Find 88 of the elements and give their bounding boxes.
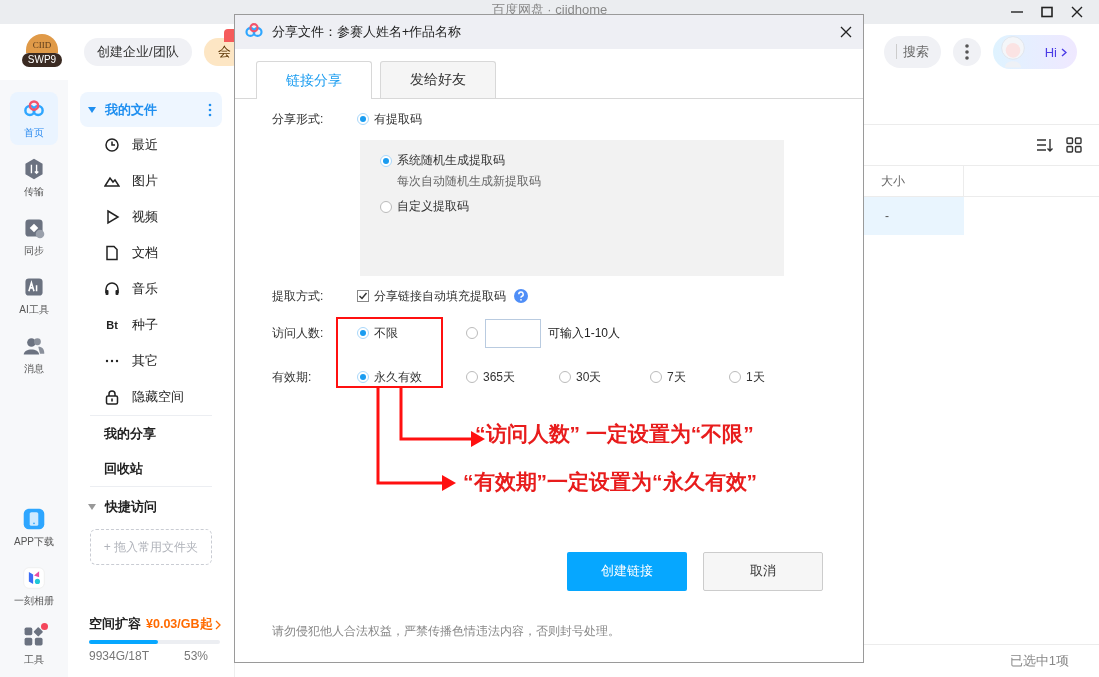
triangle-icon [88, 503, 96, 511]
lock-icon [104, 389, 120, 405]
document-icon [104, 245, 120, 261]
nav-item[interactable]: AI工具 [10, 268, 58, 322]
clock-icon [104, 137, 120, 153]
sort-icon[interactable] [1037, 137, 1053, 153]
radio-button[interactable] [357, 327, 369, 339]
table-cell: - [873, 197, 964, 235]
sidebar-item[interactable]: 隐藏空间 [80, 379, 222, 415]
option-label: 分享链接自动填充提取码 [374, 287, 506, 305]
option-label: 系统随机生成提取码 [397, 152, 505, 169]
more-icon [965, 44, 969, 60]
dialog-title: 分享文件：参赛人姓名+作品名称 [272, 23, 462, 41]
radio-button[interactable] [380, 200, 392, 213]
logo: CIID SWP9 [22, 34, 62, 70]
field-label: 分享形式: [272, 110, 325, 128]
option-label: 30天 [576, 368, 602, 386]
help-icon[interactable] [514, 289, 528, 303]
radio-button[interactable] [466, 327, 478, 339]
nav-item[interactable]: 传输 [10, 150, 58, 204]
option-label: 自定义提取码 [397, 198, 469, 215]
annotation-text: “有效期”一定设置为“永久有效” [463, 469, 757, 495]
radio-button[interactable] [357, 371, 369, 383]
app-logo-icon [22, 566, 46, 590]
radio-button[interactable] [380, 154, 392, 167]
sidebar-item[interactable]: 音乐 [80, 271, 222, 307]
sidebar-item[interactable]: 快捷访问 [80, 487, 222, 527]
status-text: 已选中1项 [1009, 652, 1069, 670]
nav-item[interactable]: 同步 [10, 209, 58, 263]
more-button[interactable] [953, 38, 981, 66]
close-icon[interactable] [1071, 6, 1083, 18]
option-label: 1天 [746, 368, 765, 386]
option-label: 不限 [374, 324, 398, 342]
radio-button[interactable] [357, 113, 369, 125]
sidebar-item[interactable]: 我的分享 [80, 416, 222, 451]
sidebar-item[interactable]: Bt 种子 [80, 307, 222, 343]
radio-button[interactable] [466, 371, 478, 383]
annotation-text: “访问人数” 一定设置为“不限” [475, 421, 754, 447]
sync-icon [22, 216, 46, 240]
item-glyph: Bt [105, 319, 119, 331]
option-description: 每次自动随机生成新提取码 [396, 173, 542, 190]
sidebar-item[interactable]: 其它 [80, 343, 222, 379]
tab[interactable]: 发给好友 [380, 61, 496, 98]
input-hint: 可输入1-10人 [548, 324, 621, 342]
maximize-icon[interactable] [1041, 6, 1053, 18]
field-label: 访问人数: [272, 324, 325, 342]
headphones-icon [104, 281, 120, 297]
triangle-icon[interactable] [88, 105, 96, 114]
storage-percent: 53% [183, 649, 208, 663]
sidebar-item[interactable]: 视频 [80, 199, 222, 235]
nav-item[interactable]: 消息 [10, 327, 58, 381]
play-icon [104, 209, 120, 225]
sidebar-item[interactable]: 文档 [80, 235, 222, 271]
search-button[interactable]: 搜索 [884, 36, 941, 68]
option-label: 7天 [667, 368, 686, 386]
field-label: 提取方式: [272, 287, 325, 305]
count-input[interactable] [485, 318, 541, 348]
radio-button[interactable] [650, 371, 662, 383]
more-icon[interactable] [208, 102, 212, 117]
nav-item[interactable]: 工具 [10, 618, 58, 672]
apps-icon [22, 625, 46, 649]
storage-usage: 9934G/18T [89, 649, 150, 663]
create-team-button[interactable]: 创建企业/团队 [84, 38, 192, 66]
phone-icon [22, 507, 46, 531]
chevron-icon [1061, 47, 1067, 57]
option-label: 永久有效 [374, 368, 422, 386]
grid-view-icon[interactable] [1066, 137, 1082, 153]
option-label: 365天 [483, 368, 516, 386]
cancel-button[interactable]: 取消 [703, 552, 823, 591]
sidebar-item[interactable]: 回收站 [80, 451, 222, 486]
transfer-icon [22, 157, 46, 181]
radio-button[interactable] [559, 371, 571, 383]
close-icon [840, 26, 852, 38]
assistant-button[interactable]: Hi [993, 35, 1077, 69]
checkbox[interactable] [357, 290, 369, 302]
column-header[interactable]: 大小 [873, 166, 964, 196]
footer-notice: 请勿侵犯他人合法权益，严禁传播色情违法内容，否则封号处理。 [272, 624, 620, 638]
chevron-icon [214, 619, 221, 630]
nav-item[interactable]: APP下载 [10, 500, 58, 554]
storage-label: 空间扩容 [89, 616, 141, 633]
nav-item[interactable]: 一刻相册 [10, 559, 58, 613]
sidebar-item[interactable]: 最近 [80, 127, 222, 163]
field-label: 有效期: [272, 368, 313, 386]
ai-icon [22, 275, 46, 299]
sidebar-item[interactable]: 图片 [80, 163, 222, 199]
radio-button[interactable] [729, 371, 741, 383]
mascot-icon [999, 35, 1027, 69]
option-label: 有提取码 [374, 110, 422, 128]
